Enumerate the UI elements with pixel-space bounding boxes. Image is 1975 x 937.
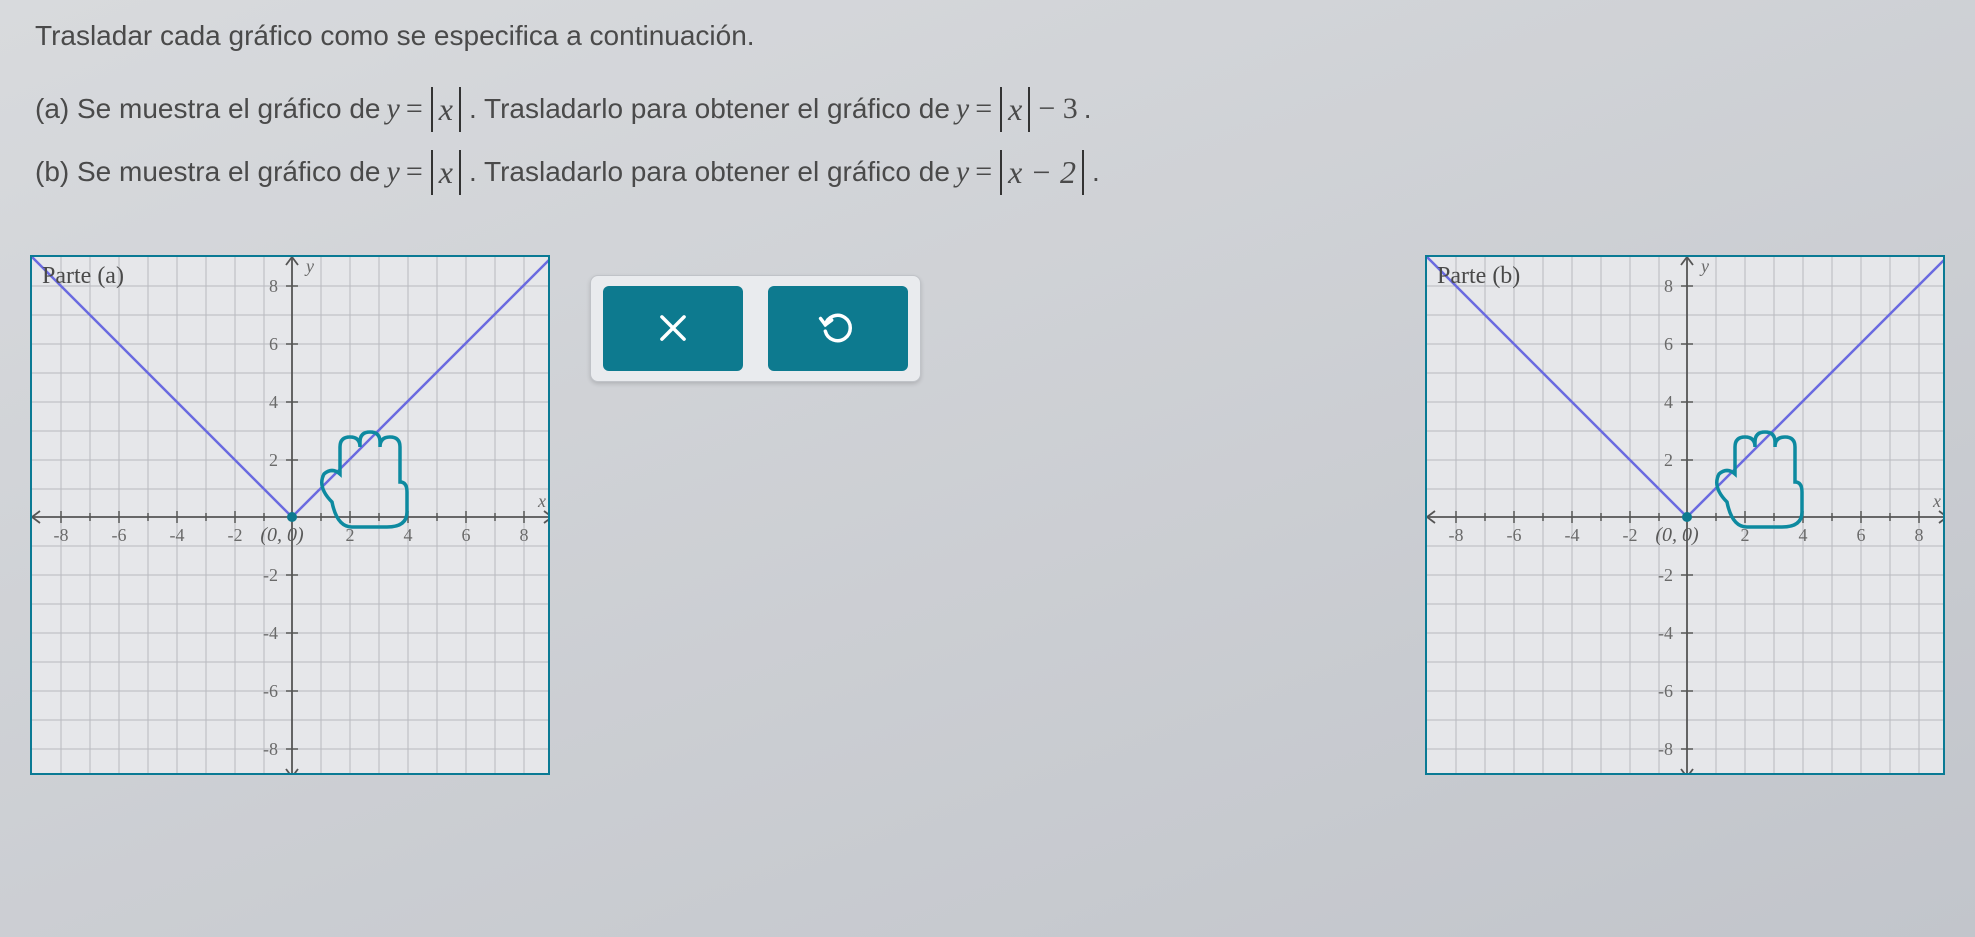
a-minus3: − 3 <box>1038 92 1077 126</box>
svg-text:8: 8 <box>520 525 529 545</box>
graph-a-svg: -8-6-4-22468 8642-2-4-6-8 x y (0, 0) <box>32 257 550 775</box>
a-mid: . Trasladarlo para obtener el gráfico de <box>469 93 950 125</box>
svg-text:-4: -4 <box>170 525 185 545</box>
graph-a[interactable]: Parte (a) <box>30 255 550 775</box>
abs-x: x <box>431 87 461 132</box>
eq-lhs: y <box>387 155 400 189</box>
reset-button[interactable] <box>768 286 908 371</box>
eq-equals: = <box>406 92 423 126</box>
svg-text:y: y <box>1699 256 1709 276</box>
vertex-label: (0, 0) <box>260 524 304 546</box>
svg-text:6: 6 <box>462 525 471 545</box>
svg-text:-4: -4 <box>1565 525 1580 545</box>
vertex-label: (0, 0) <box>1655 524 1699 546</box>
instruction-a: (a) Se muestra el gráfico de y = x . Tra… <box>35 87 1945 132</box>
abs-x: x <box>431 150 461 195</box>
vertex-point[interactable] <box>287 512 297 522</box>
svg-text:-8: -8 <box>1658 739 1673 759</box>
svg-text:-8: -8 <box>54 525 69 545</box>
eq-equals: = <box>975 155 992 189</box>
svg-text:-2: -2 <box>228 525 243 545</box>
graph-b[interactable]: Parte (b) -8 -6 -4 -2 2 4 6 8 <box>1425 255 1945 775</box>
b-end: . <box>1092 156 1100 188</box>
a-end: . <box>1084 93 1092 125</box>
eq-lhs: y <box>956 92 969 126</box>
undo-icon <box>819 309 857 347</box>
graph-b-svg: -8-6-4-22468 8642-2-4-6-8 x y (0, 0) <box>1427 257 1945 775</box>
svg-text:-4: -4 <box>263 623 278 643</box>
svg-text:8: 8 <box>1664 276 1673 296</box>
svg-text:-4: -4 <box>1658 623 1673 643</box>
b-mid: . Trasladarlo para obtener el gráfico de <box>469 156 950 188</box>
main-instruction: Trasladar cada gráfico como se especific… <box>35 20 1945 52</box>
b-prefix: (b) Se muestra el gráfico de <box>35 156 381 188</box>
eq-equals: = <box>975 92 992 126</box>
svg-text:4: 4 <box>269 392 278 412</box>
eq-lhs: y <box>956 155 969 189</box>
svg-text:4: 4 <box>1799 525 1808 545</box>
svg-text:y: y <box>304 256 314 276</box>
vertex-point[interactable] <box>1682 512 1692 522</box>
svg-text:x: x <box>537 491 546 511</box>
eq-equals: = <box>406 155 423 189</box>
graphs-row: Parte (a) <box>30 255 1945 775</box>
svg-text:-8: -8 <box>263 739 278 759</box>
instruction-b: (b) Se muestra el gráfico de y = x . Tra… <box>35 150 1945 195</box>
abs-x: x <box>1000 87 1030 132</box>
svg-text:6: 6 <box>1857 525 1866 545</box>
a-prefix: (a) Se muestra el gráfico de <box>35 93 381 125</box>
x-icon <box>654 309 692 347</box>
svg-text:-2: -2 <box>263 565 278 585</box>
svg-text:6: 6 <box>1664 334 1673 354</box>
svg-text:-6: -6 <box>263 681 278 701</box>
svg-text:-2: -2 <box>1623 525 1638 545</box>
svg-text:4: 4 <box>1664 392 1673 412</box>
svg-text:-2: -2 <box>1658 565 1673 585</box>
abs-x-curve[interactable] <box>32 257 550 517</box>
toolbar <box>590 275 921 382</box>
svg-text:-6: -6 <box>1507 525 1522 545</box>
graph-b-label: Parte (b) <box>1437 263 1520 290</box>
abs-x-minus-2: x − 2 <box>1000 150 1084 195</box>
abs-x-curve[interactable] <box>1427 257 1945 517</box>
svg-text:2: 2 <box>269 450 278 470</box>
svg-text:-6: -6 <box>112 525 127 545</box>
svg-text:-8: -8 <box>1449 525 1464 545</box>
svg-text:-6: -6 <box>1658 681 1673 701</box>
svg-text:8: 8 <box>269 276 278 296</box>
svg-text:6: 6 <box>269 334 278 354</box>
svg-text:2: 2 <box>1664 450 1673 470</box>
graph-a-label: Parte (a) <box>42 263 124 290</box>
svg-text:4: 4 <box>404 525 413 545</box>
svg-text:8: 8 <box>1915 525 1924 545</box>
svg-text:x: x <box>1932 491 1941 511</box>
clear-button[interactable] <box>603 286 743 371</box>
eq-lhs: y <box>387 92 400 126</box>
